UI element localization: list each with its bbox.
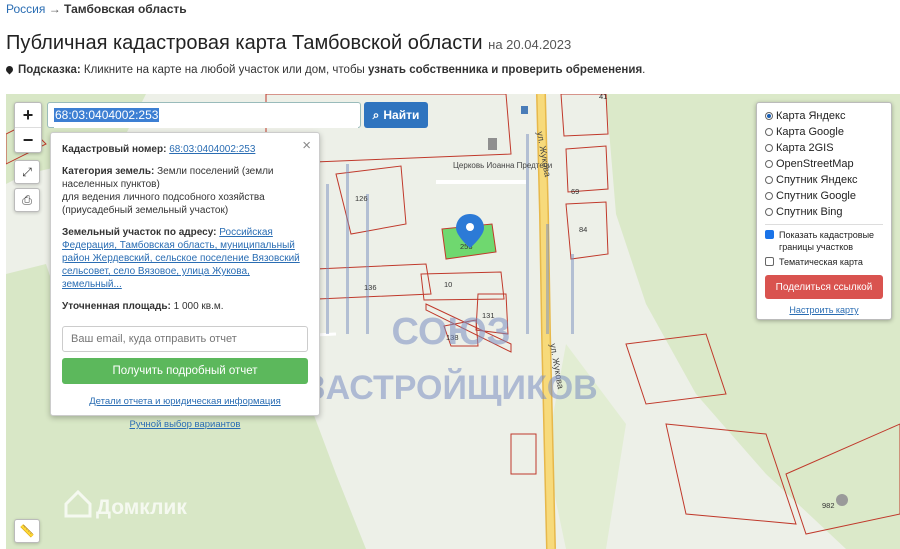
parcel-label-982: 982 xyxy=(822,501,835,510)
radio-icon[interactable] xyxy=(765,208,773,216)
thematic-map-toggle[interactable]: Тематическая карта xyxy=(765,256,883,268)
close-icon[interactable]: × xyxy=(302,137,311,154)
radio-icon[interactable] xyxy=(765,176,773,184)
layer-option-yandex-satellite[interactable]: Спутник Яндекс xyxy=(765,172,883,188)
ruler-icon: 📏 xyxy=(19,524,35,538)
expand-icon: ⤢ xyxy=(22,164,32,179)
watermark-bottom: ЗАСТРОЙЩИКОВ xyxy=(304,368,597,407)
radio-icon[interactable] xyxy=(765,160,773,168)
area-row: Уточненная площадь: 1 000 кв.м. xyxy=(62,300,308,313)
cadastral-number-link[interactable]: 68:03:0404002:253 xyxy=(169,144,255,155)
share-link-button[interactable]: Поделиться ссылкой xyxy=(765,275,883,299)
zoom-out-button[interactable]: − xyxy=(15,127,41,152)
show-borders-toggle[interactable]: Показать кадастровые границы участков xyxy=(765,229,883,253)
zoom-control: + − xyxy=(14,102,42,153)
radio-selected-icon[interactable] xyxy=(765,112,773,120)
parcel-label-10: 10 xyxy=(444,280,452,289)
search-selected-text: 68:03:0404002:253 xyxy=(54,108,160,122)
land-category-row: Категория земель: Земли поселений (земли… xyxy=(62,165,308,217)
church-icon xyxy=(488,138,497,150)
layer-option-google-map[interactable]: Карта Google xyxy=(765,124,883,140)
page-title: Публичная кадастровая карта Тамбовской о… xyxy=(6,32,571,55)
cadastral-number-label: Кадастровый номер: xyxy=(62,144,167,155)
layer-label: Карта Яндекс xyxy=(776,110,846,122)
breadcrumb-arrow: → xyxy=(48,2,61,16)
area-value: 1 000 кв.м. xyxy=(173,301,224,312)
report-details-link[interactable]: Детали отчета и юридическая информация xyxy=(62,396,308,407)
radio-icon[interactable] xyxy=(765,144,773,152)
page-date: на 20.04.2023 xyxy=(488,37,572,52)
breadcrumb-current: Тамбовская область xyxy=(64,2,187,16)
map-layer-panel: Карта Яндекс Карта Google Карта 2GIS Ope… xyxy=(756,102,892,320)
domclick-text: Домклик xyxy=(96,496,187,519)
area-label: Уточненная площадь: xyxy=(62,301,171,312)
hint: Подсказка: Кликните на карте на любой уч… xyxy=(4,64,646,76)
zoom-in-button[interactable]: + xyxy=(15,103,41,127)
page-title-text: Публичная кадастровая карта Тамбовской о… xyxy=(6,32,483,54)
ruler-button[interactable]: 📏 xyxy=(14,519,40,543)
breadcrumb-russia[interactable]: Россия xyxy=(6,2,45,16)
parcel-info-popup: × Кадастровый номер: 68:03:0404002:253 К… xyxy=(50,132,320,430)
print-icon: ⎙ xyxy=(22,192,32,207)
configure-map-link[interactable]: Настроить карту xyxy=(765,305,883,315)
manual-selection-link[interactable]: Ручной выбор вариантов xyxy=(62,419,308,430)
parcel-label-84: 84 xyxy=(579,225,587,234)
checkbox-icon[interactable] xyxy=(765,257,774,266)
radio-icon[interactable] xyxy=(765,128,773,136)
landmark-icon xyxy=(836,494,848,506)
watermark-top: СОЮЗ xyxy=(391,311,510,353)
address-row: Земельный участок по адресу: Российская … xyxy=(62,226,308,291)
address-label: Земельный участок по адресу: xyxy=(62,227,217,238)
hint-strong: узнать собственника и проверить обремене… xyxy=(368,64,643,76)
church-label: Церковь Иоанна Предтечи xyxy=(453,161,552,170)
layer-label: Карта 2GIS xyxy=(776,142,834,154)
cadastral-map[interactable]: 126 84 69 136 10 131 138 253 41 982 Церк… xyxy=(6,94,900,549)
print-button[interactable]: ⎙ xyxy=(14,188,40,212)
layer-option-bing-satellite[interactable]: Спутник Bing xyxy=(765,204,883,220)
bus-stop-icon xyxy=(521,106,528,114)
show-borders-label: Показать кадастровые границы участков xyxy=(779,230,875,252)
checkbox-checked-icon[interactable] xyxy=(765,230,774,239)
layer-label: OpenStreetMap xyxy=(776,158,854,170)
layer-label: Карта Google xyxy=(776,126,844,138)
hint-pin-icon xyxy=(4,64,15,75)
layer-option-osm[interactable]: OpenStreetMap xyxy=(765,156,883,172)
layer-label: Спутник Bing xyxy=(776,206,843,218)
land-category-label: Категория земель: xyxy=(62,166,155,177)
cadastral-number-row: Кадастровый номер: 68:03:0404002:253 xyxy=(62,143,308,156)
parcel-label-41: 41 xyxy=(599,94,607,101)
find-button[interactable]: ⌕ Найти xyxy=(364,102,428,128)
layer-divider xyxy=(765,224,883,225)
layer-label: Спутник Яндекс xyxy=(776,174,858,186)
parcel-label-69: 69 xyxy=(571,187,579,196)
search-icon: ⌕ xyxy=(372,107,380,122)
parcel-label-126: 126 xyxy=(355,194,368,203)
find-button-label: Найти xyxy=(383,108,420,122)
hint-label: Подсказка: xyxy=(18,64,81,76)
thematic-map-label: Тематическая карта xyxy=(779,257,863,267)
email-field[interactable] xyxy=(62,326,308,352)
breadcrumb: Россия → Тамбовская область xyxy=(6,2,187,16)
radio-icon[interactable] xyxy=(765,192,773,200)
get-report-button[interactable]: Получить подробный отчет xyxy=(62,358,308,384)
layer-option-2gis-map[interactable]: Карта 2GIS xyxy=(765,140,883,156)
layer-option-google-satellite[interactable]: Спутник Google xyxy=(765,188,883,204)
parcel-label-136: 136 xyxy=(364,283,377,292)
hint-text: Кликните на карте на любой участок или д… xyxy=(83,64,365,76)
land-use-value: для ведения личного подсобного хозяйства… xyxy=(62,192,265,216)
layer-option-yandex-map[interactable]: Карта Яндекс xyxy=(765,108,883,124)
search-box[interactable]: 68:03:0404002:253 xyxy=(47,102,361,128)
hint-end: . xyxy=(642,64,646,76)
fullscreen-button[interactable]: ⤢ xyxy=(14,160,40,184)
layer-label: Спутник Google xyxy=(776,190,856,202)
